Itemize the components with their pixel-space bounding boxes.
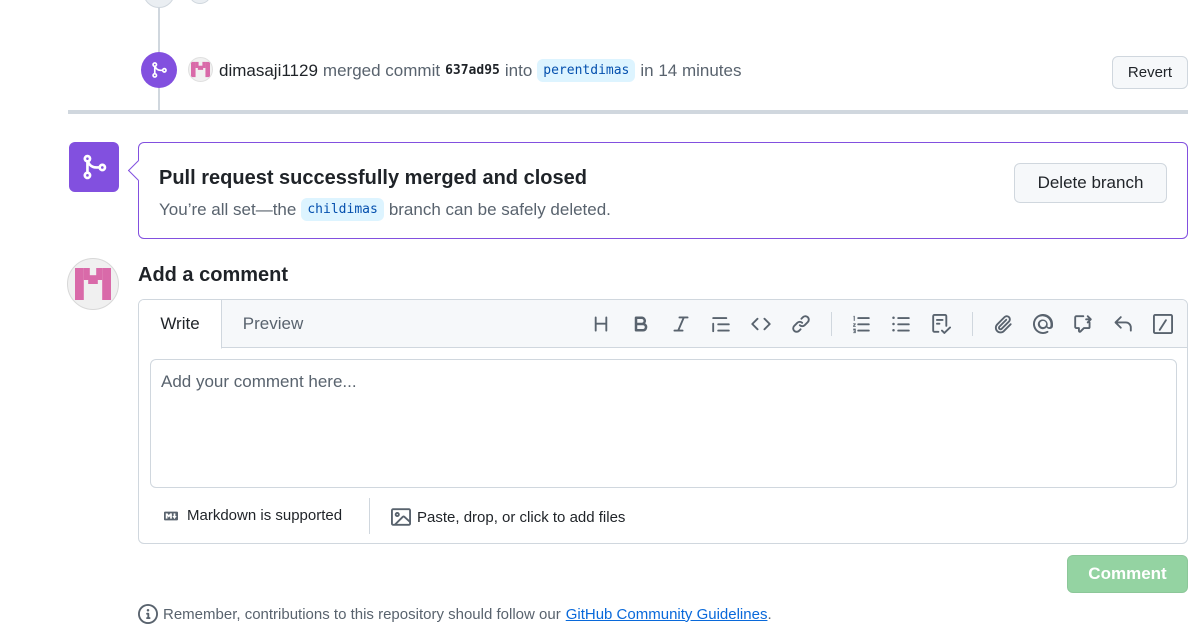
markdown-support-note[interactable]: Markdown is supported (161, 507, 342, 524)
tab-preview[interactable]: Preview (227, 300, 319, 348)
comment-form: Write Preview Add your comment here... M… (138, 299, 1188, 544)
comment-textarea[interactable] (150, 359, 1177, 488)
markdown-icon (164, 511, 178, 520)
guidelines-note: Remember, contributions to this reposito… (138, 604, 772, 624)
username-link[interactable]: dimasaji1129 (219, 61, 318, 81)
quote-icon[interactable] (709, 312, 733, 336)
numbered-list-icon[interactable] (849, 312, 873, 336)
comment-submit-button[interactable]: Comment (1067, 555, 1188, 593)
image-icon (391, 508, 411, 526)
previous-event-badge (143, 0, 175, 8)
footer-separator (369, 498, 370, 534)
community-guidelines-link[interactable]: GitHub Community Guidelines (566, 606, 768, 623)
revert-button[interactable]: Revert (1112, 56, 1188, 89)
toolbar-separator (972, 312, 973, 336)
toolbar-separator (831, 312, 832, 336)
avatar[interactable] (67, 258, 119, 310)
attach-icon[interactable] (991, 312, 1015, 336)
timeline-line (158, 88, 160, 110)
merge-status-box: Pull request successfully merged and clo… (138, 142, 1188, 239)
reference-icon[interactable] (1071, 312, 1095, 336)
head-branch-label[interactable]: childimas (301, 198, 384, 221)
event-action: merged commit (322, 60, 441, 80)
delete-branch-button[interactable]: Delete branch (1014, 163, 1167, 203)
link-icon[interactable] (789, 312, 813, 336)
file-attach-area[interactable]: Paste, drop, or click to add files (391, 507, 625, 527)
italic-icon[interactable] (669, 312, 693, 336)
add-comment-heading: Add a comment (138, 264, 289, 286)
previous-event-avatar (190, 0, 210, 4)
reply-icon[interactable] (1111, 312, 1135, 336)
target-branch-label[interactable]: perentdimas (537, 59, 636, 82)
markdown-note-label: Markdown is supported (187, 507, 343, 524)
comment-tabs-toolbar: Write Preview (139, 300, 1187, 349)
merge-status-subtitle: You’re all set—the childimas branch can … (159, 198, 611, 221)
guidelines-suffix: . (767, 605, 772, 623)
merge-sub-suffix: branch can be safely deleted. (388, 199, 611, 219)
task-list-icon[interactable] (929, 312, 953, 336)
into-label: into (504, 60, 533, 80)
merged-status-icon (69, 142, 119, 192)
tab-write[interactable]: Write (139, 300, 222, 349)
merge-event-icon (141, 52, 177, 88)
attach-files-label: Paste, drop, or click to add files (417, 508, 626, 526)
merge-sub-prefix: You’re all set—the (159, 199, 297, 219)
unordered-list-icon[interactable] (889, 312, 913, 336)
merge-status-title: Pull request successfully merged and clo… (159, 167, 587, 189)
mention-icon[interactable] (1031, 312, 1055, 336)
bold-icon[interactable] (629, 312, 653, 336)
info-icon (138, 604, 158, 624)
avatar[interactable] (188, 57, 213, 82)
merge-event-text: dimasaji1129 merged commit 637ad95 into … (219, 59, 742, 82)
guidelines-prefix: Remember, contributions to this reposito… (163, 605, 561, 623)
event-time[interactable]: in 14 minutes (640, 61, 741, 81)
heading-icon[interactable] (589, 312, 613, 336)
slash-command-icon[interactable] (1151, 312, 1175, 336)
timeline-end-divider (68, 110, 1188, 114)
commit-sha-link[interactable]: 637ad95 (445, 63, 500, 78)
code-icon[interactable] (749, 312, 773, 336)
